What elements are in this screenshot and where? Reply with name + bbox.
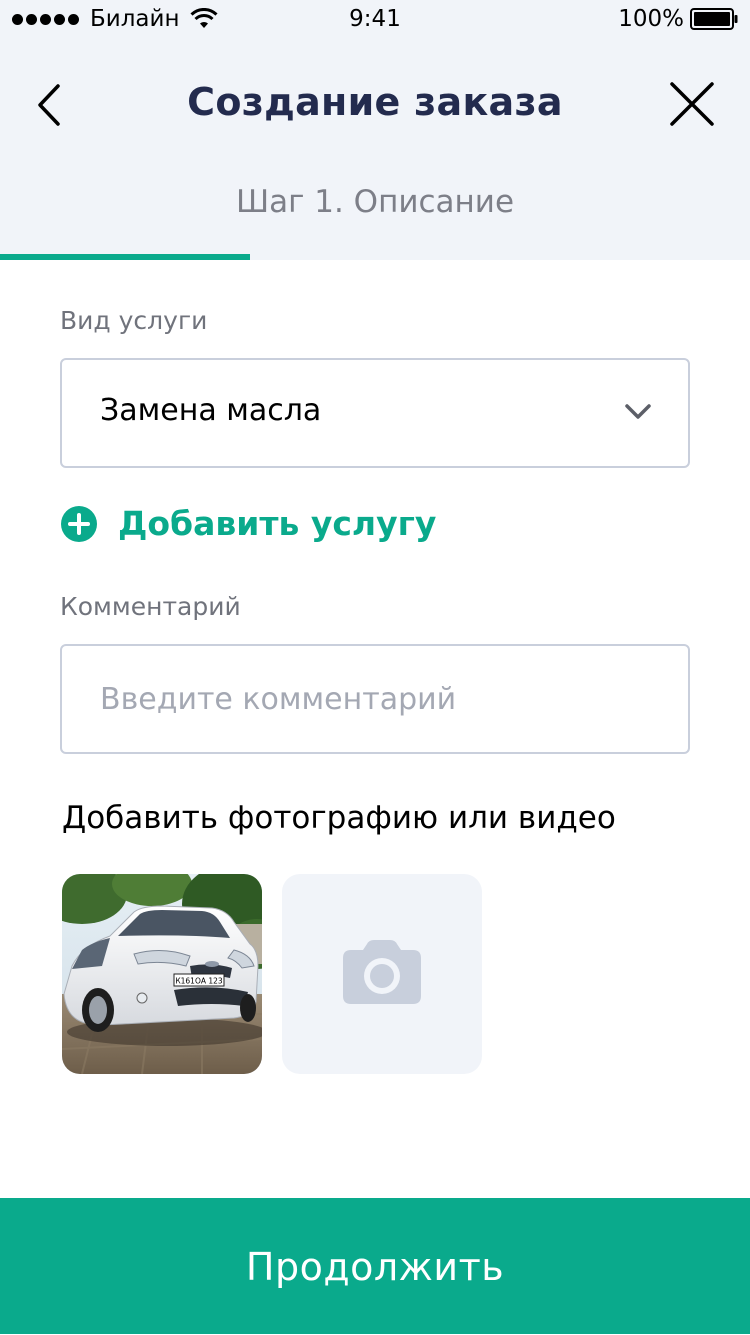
- battery-icon: [690, 8, 738, 30]
- add-service-button[interactable]: Добавить услугу: [60, 504, 436, 543]
- page-title: Создание заказа: [187, 80, 563, 124]
- header: Билайн 9:41 100% Создание заказа Шаг 1. …: [0, 0, 750, 260]
- license-plate-text: К161ОА 123: [175, 977, 223, 986]
- media-heading: Добавить фотографию или видео: [62, 800, 616, 836]
- comment-input[interactable]: [100, 646, 660, 752]
- status-right: 100%: [618, 6, 738, 32]
- step-progress-bar: [0, 254, 750, 260]
- comment-label: Комментарий: [60, 592, 241, 621]
- add-photo-button[interactable]: [282, 874, 482, 1074]
- car-photo-thumbnail[interactable]: К161ОА 123: [62, 874, 262, 1074]
- battery-percentage: 100%: [618, 6, 684, 32]
- add-service-label: Добавить услугу: [118, 504, 437, 543]
- camera-icon: [343, 940, 421, 1004]
- car-photo-image: К161ОА 123: [62, 874, 262, 1074]
- close-button[interactable]: [664, 76, 720, 132]
- comment-field: [60, 644, 690, 754]
- service-type-select[interactable]: Замена масла: [60, 358, 690, 468]
- status-bar: Билайн 9:41 100%: [0, 0, 750, 40]
- step-label: Шаг 1. Описание: [235, 184, 515, 220]
- service-type-label: Вид услуги: [60, 306, 208, 335]
- service-type-value: Замена масла: [100, 393, 322, 428]
- nav-bar: Создание заказа: [0, 60, 750, 150]
- close-icon: [670, 82, 714, 126]
- step-progress-fill: [0, 254, 250, 260]
- plus-circle-icon: [61, 505, 97, 542]
- continue-button[interactable]: Продолжить: [0, 1198, 750, 1334]
- chevron-down-icon: [625, 404, 651, 419]
